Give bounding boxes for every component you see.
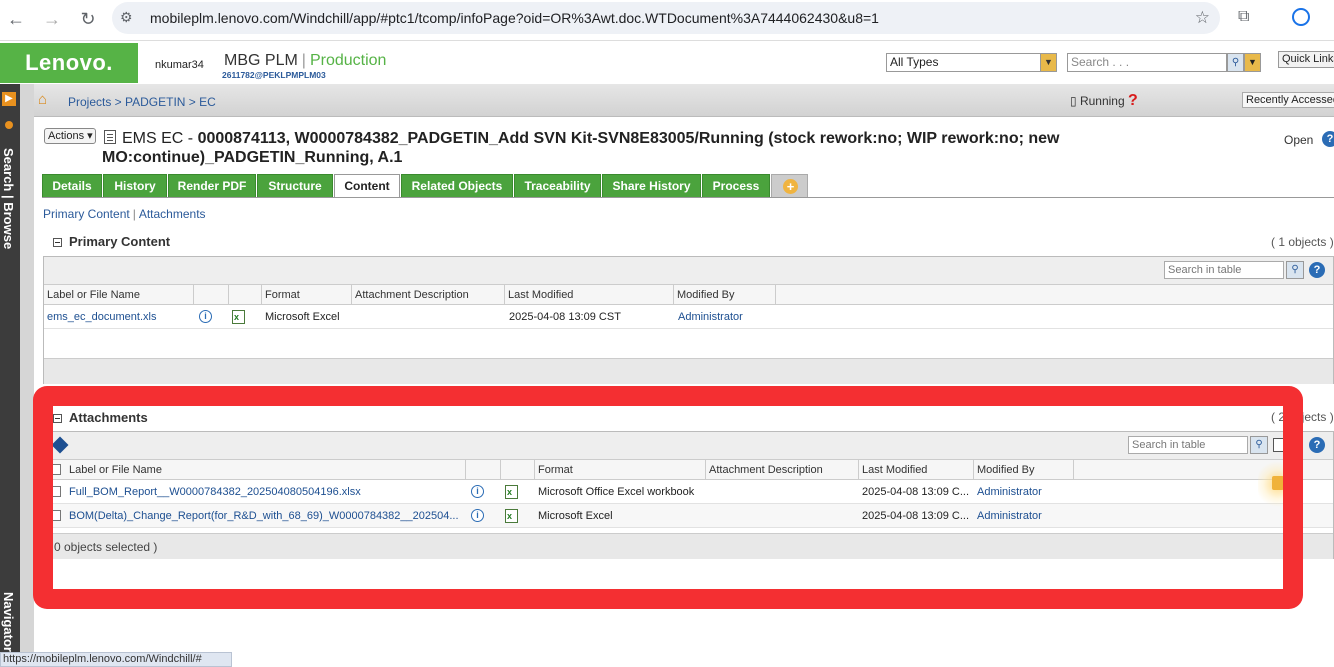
column-header-description[interactable]: Attachment Description — [352, 285, 505, 305]
column-header-format[interactable]: Format — [262, 285, 352, 305]
user-name: nkumar34 — [155, 59, 204, 71]
back-arrow-icon[interactable]: ← — [5, 8, 27, 30]
bookmark-star-icon[interactable]: ☆ — [1195, 8, 1210, 28]
home-icon[interactable]: ⌂ — [38, 91, 47, 108]
tab-history[interactable]: History — [103, 174, 167, 198]
primary-content-table: Search in table ⚲ ? Label or File Name F… — [43, 256, 1334, 384]
column-header-info — [194, 285, 229, 305]
pin-icon[interactable] — [5, 121, 13, 129]
left-navigation-bar: ▶ Search | Browse Navigator — [0, 84, 20, 667]
browser-toolbar: ← → ↻ ⚙ mobileplm.lenovo.com/Windchill/a… — [0, 0, 1334, 40]
document-name: 0000874113, W0000784382_PADGETIN_Add SVN… — [102, 130, 1060, 166]
excel-file-icon[interactable] — [232, 310, 245, 324]
app-title: MBG PLM | Production — [224, 52, 386, 70]
search-icon[interactable]: ⚲ — [1227, 53, 1244, 72]
info-icon[interactable]: i — [199, 310, 212, 323]
tab-content[interactable]: Content — [334, 174, 400, 198]
tab-traceability[interactable]: Traceability — [514, 174, 601, 198]
tab-divider — [42, 197, 1334, 198]
help-question-icon[interactable]: ? — [1128, 92, 1138, 109]
breadcrumb-bar: ⌂ Projects > PADGETIN > EC ▯ Running ? R… — [34, 84, 1334, 117]
forward-arrow-icon[interactable]: → — [41, 8, 63, 30]
table-toolbar: Search in table ⚲ ? — [44, 257, 1333, 285]
column-header-type — [229, 285, 262, 305]
search-icon[interactable]: ⚲ — [1286, 261, 1304, 279]
last-modified-value: 2025-04-08 13:09 CST — [509, 311, 621, 323]
app-header: Lenovo. nkumar34 MBG PLM | Production 2611… — [0, 40, 1334, 84]
modified-by-link[interactable]: Administrator — [675, 305, 777, 329]
search-browse-tab[interactable]: Search | Browse — [1, 148, 16, 249]
app-name: MBG PLM — [224, 52, 298, 69]
object-count: ( 1 objects ) — [1271, 235, 1334, 249]
quick-links-button[interactable]: Quick Links — [1278, 51, 1334, 68]
status-bar-url: https://mobileplm.lenovo.com/Windchill/# — [0, 652, 232, 667]
tab-related-objects[interactable]: Related Objects — [401, 174, 513, 198]
reload-icon[interactable]: ↻ — [77, 8, 99, 30]
primary-content-link[interactable]: Primary Content — [43, 207, 130, 221]
breadcrumb[interactable]: Projects > PADGETIN > EC — [68, 95, 216, 109]
plus-icon: + — [783, 179, 798, 194]
app-title-separator: | — [301, 52, 306, 69]
tab-structure[interactable]: Structure — [257, 174, 333, 198]
page-title: EMS EC - 0000874113, W0000784382_PADGETI… — [102, 129, 1102, 167]
section-title: Primary Content — [69, 234, 171, 249]
address-bar[interactable]: ⚙ mobileplm.lenovo.com/Windchill/app/#pt… — [112, 2, 1220, 34]
profile-icon[interactable] — [1292, 8, 1310, 26]
global-search-input[interactable]: Search . . . — [1067, 53, 1227, 72]
extensions-icon[interactable]: ⧉ — [1238, 8, 1249, 26]
recently-accessed-button[interactable]: Recently Accessed — [1242, 92, 1334, 108]
actions-menu-button[interactable]: Actions ▾ — [44, 128, 96, 144]
table-search-input[interactable]: Search in table — [1164, 261, 1284, 279]
content-subnav: Primary Content | Attachments — [43, 207, 206, 221]
navigator-tab[interactable]: Navigator — [1, 592, 16, 652]
table-header-row: Label or File Name Format Attachment Des… — [44, 285, 1333, 305]
table-footer — [44, 358, 1333, 384]
column-header-last-modified[interactable]: Last Modified — [505, 285, 674, 305]
collapse-icon[interactable] — [53, 238, 62, 247]
type-filter-value: All Types — [890, 55, 939, 69]
search-options-chevron-icon[interactable]: ▼ — [1244, 53, 1261, 72]
clipboard-icon: ▯ — [1070, 94, 1077, 108]
column-header-label[interactable]: Label or File Name — [44, 285, 194, 305]
status-indicator: ▯ Running ? — [1070, 92, 1138, 110]
format-value: Microsoft Excel — [265, 311, 340, 323]
file-name-link[interactable]: ems_ec_document.xls — [44, 305, 194, 329]
type-filter-select[interactable]: All Types ▼ — [886, 53, 1057, 72]
help-icon[interactable]: ? — [1309, 262, 1325, 278]
tab-share-history[interactable]: Share History — [602, 174, 701, 198]
highlight-box — [33, 386, 1303, 609]
attachments-link[interactable]: Attachments — [139, 207, 206, 221]
open-label[interactable]: Open — [1284, 133, 1313, 147]
help-icon[interactable]: ? — [1322, 131, 1334, 147]
environment-label: Production — [309, 52, 387, 69]
chevron-down-icon[interactable]: ▼ — [1040, 54, 1056, 71]
status-text: Running — [1079, 94, 1125, 108]
site-info-icon[interactable]: ⚙ — [120, 9, 133, 26]
description-value — [352, 305, 505, 329]
add-tab-button[interactable]: + — [771, 174, 808, 198]
lenovo-logo[interactable]: Lenovo. — [0, 43, 138, 83]
user-id: 2611782@PEKLPMPLM03 — [222, 70, 326, 80]
help-icon[interactable]: ? — [1309, 437, 1325, 453]
tab-details[interactable]: Details — [42, 174, 102, 198]
tab-render-pdf[interactable]: Render PDF — [168, 174, 256, 198]
tab-process[interactable]: Process — [702, 174, 770, 198]
column-header-modified-by[interactable]: Modified By — [674, 285, 776, 305]
left-gutter — [20, 84, 34, 667]
document-type: EMS EC - — [122, 130, 198, 147]
table-row: ems_ec_document.xls i Microsoft Excel 20… — [44, 305, 1333, 329]
subnav-separator: | — [132, 207, 136, 221]
url-text[interactable]: mobileplm.lenovo.com/Windchill/app/#ptc1… — [150, 10, 879, 26]
expand-panel-icon[interactable]: ▶ — [2, 92, 16, 106]
